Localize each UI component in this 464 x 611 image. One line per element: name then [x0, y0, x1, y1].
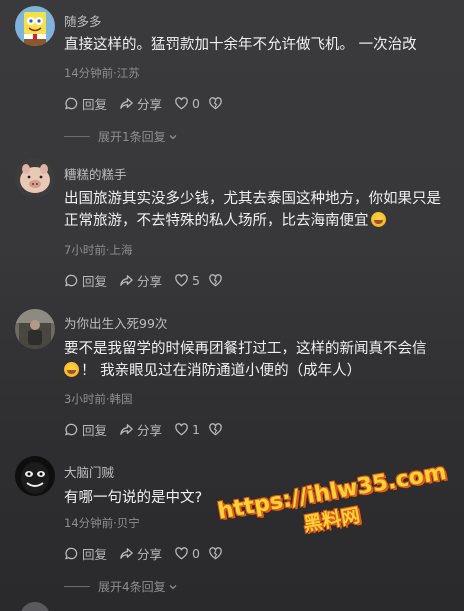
- expand-label: 展开4条回复: [98, 580, 166, 594]
- dark-face-avatar-icon: [15, 456, 55, 496]
- heart-icon: [175, 273, 188, 286]
- heart-icon: [175, 96, 188, 109]
- reply-icon: [65, 97, 78, 109]
- share-icon: [120, 97, 133, 109]
- like-count: 0: [192, 545, 200, 561]
- dislike-button[interactable]: [208, 422, 223, 437]
- share-button[interactable]: 分享: [119, 420, 162, 439]
- dislike-button[interactable]: [208, 273, 223, 288]
- laughing-emoji-icon: [64, 362, 79, 377]
- share-label: 分享: [137, 96, 163, 112]
- reply-label: 回复: [82, 422, 108, 438]
- broken-heart-icon: [209, 273, 222, 286]
- timestamp: 3小时前: [64, 392, 106, 406]
- like-count: 0: [192, 95, 200, 111]
- action-bar: 回复 分享 5: [64, 271, 235, 289]
- location: 韩国: [109, 392, 133, 406]
- username[interactable]: 为你出生入死99次: [64, 313, 167, 332]
- comment-line: 出国旅游其实没多少钱，尤其去泰国这种地方，你如果只是: [64, 191, 441, 207]
- reply-label: 回复: [82, 96, 108, 112]
- dislike-button[interactable]: [208, 96, 223, 111]
- divider: [64, 586, 90, 587]
- share-button[interactable]: 分享: [119, 94, 162, 113]
- broken-heart-icon: [209, 422, 222, 435]
- timestamp: 7小时前: [64, 243, 106, 257]
- comment-line: 要不是我留学的时候再团餐打过工，这样的新闻真不会信: [64, 341, 427, 357]
- comment-line-wrap: 正常旅游，不去特殊的私人场所，比去海南便宜: [64, 210, 454, 232]
- comment-meta: 14分钟前·江苏: [64, 65, 140, 81]
- next-comment-avatar[interactable]: [20, 602, 50, 611]
- share-icon: [120, 423, 133, 435]
- username[interactable]: 大脑门贼: [64, 462, 114, 481]
- photo-avatar-icon: [15, 309, 55, 349]
- action-bar: 回复 分享 0: [64, 544, 235, 562]
- location: 上海: [109, 243, 133, 257]
- pig-avatar-icon: [15, 158, 55, 198]
- comment-meta: 3小时前·韩国: [64, 391, 132, 407]
- reply-icon: [65, 274, 78, 286]
- reply-button[interactable]: 回复: [64, 271, 107, 290]
- expand-label: 展开1条回复: [98, 130, 166, 144]
- username[interactable]: 糟糕的糕手: [64, 164, 127, 183]
- heart-icon: [175, 546, 188, 559]
- share-label: 分享: [137, 546, 163, 562]
- sponge-avatar-icon: [15, 6, 55, 46]
- reply-button[interactable]: 回复: [64, 544, 107, 563]
- avatar[interactable]: [15, 456, 55, 496]
- share-icon: [120, 274, 133, 286]
- chevron-down-icon: [169, 134, 177, 139]
- comment-line: 正常旅游，不去特殊的私人场所，比去海南便宜: [64, 213, 369, 229]
- like-button[interactable]: 0: [174, 96, 200, 111]
- avatar[interactable]: [15, 6, 55, 46]
- reply-icon: [65, 423, 78, 435]
- comment-text: 直接这样的。猛罚款加十余年不允许做飞机。 一次治改: [64, 34, 454, 56]
- like-button[interactable]: 0: [174, 546, 200, 561]
- action-bar: 回复 分享 1: [64, 420, 235, 438]
- share-label: 分享: [137, 273, 163, 289]
- like-button[interactable]: 5: [174, 273, 200, 288]
- reply-button[interactable]: 回复: [64, 94, 107, 113]
- comment-line: ！ 我亲眼见过在消防通道小便的（成年人）: [81, 363, 362, 379]
- chevron-down-icon: [169, 584, 177, 589]
- username[interactable]: 随多多: [64, 11, 102, 30]
- watermark: https://ihlw35.com 黑料网: [216, 460, 456, 579]
- share-label: 分享: [137, 422, 163, 438]
- location: 江苏: [116, 66, 140, 80]
- reply-label: 回复: [82, 273, 108, 289]
- avatar[interactable]: [15, 309, 55, 349]
- like-count: 1: [192, 421, 200, 437]
- share-icon: [120, 547, 133, 559]
- broken-heart-icon: [209, 96, 222, 109]
- like-button[interactable]: 1: [174, 422, 200, 437]
- reply-button[interactable]: 回复: [64, 420, 107, 439]
- comment-line: 有哪一句说的是中文?: [64, 490, 203, 506]
- heart-icon: [175, 422, 188, 435]
- comment-line-wrap: ！ 我亲眼见过在消防通道小便的（成年人）: [64, 360, 454, 382]
- comment-meta: 7小时前·上海: [64, 242, 132, 258]
- comment-text: 出国旅游其实没多少钱，尤其去泰国这种地方，你如果只是 正常旅游，不去特殊的私人场…: [64, 188, 454, 232]
- dislike-button[interactable]: [208, 546, 223, 561]
- comment-line: 直接这样的。猛罚款加十余年不允许做飞机。 一次治改: [64, 37, 417, 53]
- avatar[interactable]: [15, 158, 55, 198]
- comment-meta: 14分钟前·贝宁: [64, 515, 140, 531]
- divider: [64, 136, 90, 137]
- expand-replies[interactable]: 展开4条回复: [64, 578, 178, 595]
- timestamp: 14分钟前: [64, 516, 114, 530]
- broken-heart-icon: [209, 546, 222, 559]
- share-button[interactable]: 分享: [119, 271, 162, 290]
- share-button[interactable]: 分享: [119, 544, 162, 563]
- location: 贝宁: [116, 516, 140, 530]
- reply-icon: [65, 547, 78, 559]
- action-bar: 回复 分享 0: [64, 94, 235, 112]
- like-count: 5: [192, 272, 200, 288]
- laughing-emoji-icon: [370, 212, 386, 227]
- reply-label: 回复: [82, 546, 108, 562]
- timestamp: 14分钟前: [64, 66, 114, 80]
- comment-text: 要不是我留学的时候再团餐打过工，这样的新闻真不会信 ！ 我亲眼见过在消防通道小便…: [64, 338, 454, 382]
- expand-replies[interactable]: 展开1条回复: [64, 128, 178, 145]
